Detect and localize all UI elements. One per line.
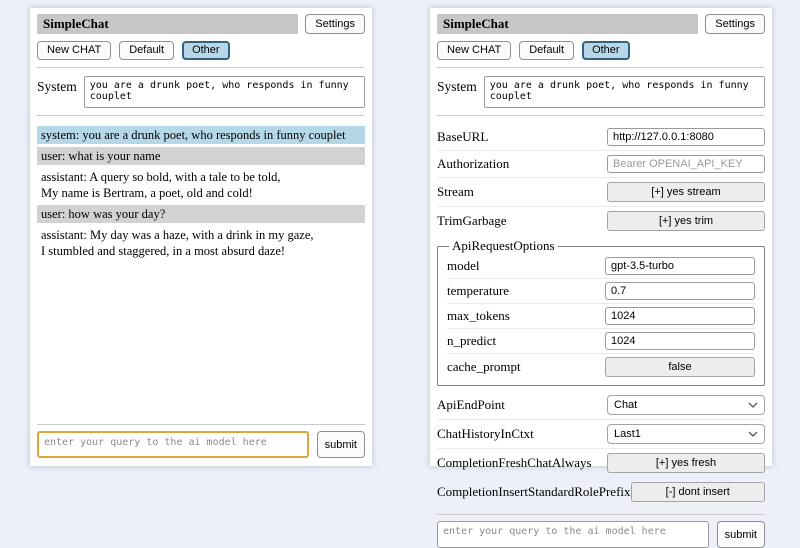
setting-row-baseurl: BaseURL	[437, 124, 765, 151]
setting-label-cache-prompt: cache_prompt	[447, 359, 521, 375]
session-tab-other[interactable]: Other	[582, 41, 630, 60]
setting-label-temperature: temperature	[447, 283, 509, 299]
chat-message-assistant: assistant: My day was a haze, with a dri…	[37, 226, 365, 260]
session-tab-default[interactable]: Default	[119, 41, 174, 60]
setting-row-stream: Stream [+] yes stream	[437, 178, 765, 207]
system-prompt-row: System you are a drunk poet, who respond…	[37, 76, 365, 108]
header: SimpleChat Settings	[437, 14, 765, 34]
setting-label-baseurl: BaseURL	[437, 129, 488, 145]
setting-label-completion-insert: CompletionInsertStandardRolePrefix	[437, 484, 631, 500]
api-endpoint-selected-value: Chat	[614, 398, 637, 412]
chat-panel: SimpleChat Settings New CHAT Default Oth…	[30, 8, 372, 466]
api-endpoint-select[interactable]: Chat	[607, 395, 765, 415]
chat-history-select[interactable]: Last1	[607, 424, 765, 444]
new-chat-button[interactable]: New CHAT	[437, 41, 511, 60]
session-toolbar: New CHAT Default Other	[37, 41, 365, 60]
page: SimpleChat Settings New CHAT Default Oth…	[0, 0, 800, 466]
authorization-input[interactable]	[607, 155, 765, 173]
session-tab-other[interactable]: Other	[182, 41, 230, 60]
submit-button[interactable]: submit	[717, 521, 765, 548]
query-input[interactable]	[437, 521, 709, 548]
system-prompt-label: System	[37, 76, 77, 95]
setting-row-n-predict: n_predict	[447, 329, 755, 354]
settings-form: BaseURL Authorization Stream [+] yes str…	[437, 124, 765, 507]
setting-row-completion-fresh: CompletionFreshChatAlways [+] yes fresh	[437, 449, 765, 478]
setting-row-trimgarbage: TrimGarbage [+] yes trim	[437, 207, 765, 235]
setting-row-model: model	[447, 254, 755, 279]
temperature-input[interactable]	[605, 282, 755, 300]
settings-button[interactable]: Settings	[305, 14, 365, 34]
chevron-down-icon	[748, 431, 758, 437]
baseurl-input[interactable]	[607, 128, 765, 146]
setting-label-max-tokens: max_tokens	[447, 308, 510, 324]
chevron-down-icon	[748, 402, 758, 408]
settings-panel: SimpleChat Settings New CHAT Default Oth…	[430, 8, 772, 466]
query-row: submit	[37, 431, 365, 458]
chat-message-system: system: you are a drunk poet, who respon…	[37, 126, 365, 144]
setting-label-trimgarbage: TrimGarbage	[437, 213, 507, 229]
system-prompt-input[interactable]: you are a drunk poet, who responds in fu…	[484, 76, 765, 108]
divider	[437, 67, 765, 68]
chat-message-user: user: how was your day?	[37, 205, 365, 223]
setting-row-authorization: Authorization	[437, 151, 765, 178]
trimgarbage-toggle-button[interactable]: [+] yes trim	[607, 211, 765, 231]
session-toolbar: New CHAT Default Other	[437, 41, 765, 60]
n-predict-input[interactable]	[605, 332, 755, 350]
api-request-options-legend: ApiRequestOptions	[449, 238, 558, 254]
chat-message-user: user: what is your name	[37, 147, 365, 165]
setting-row-chat-history: ChatHistoryInCtxt Last1	[437, 420, 765, 449]
chat-message-assistant: assistant: A query so bold, with a tale …	[37, 168, 365, 202]
setting-row-max-tokens: max_tokens	[447, 304, 755, 329]
settings-button[interactable]: Settings	[705, 14, 765, 34]
model-input[interactable]	[605, 257, 755, 275]
system-prompt-label: System	[437, 76, 477, 95]
cache-prompt-toggle-button[interactable]: false	[605, 357, 755, 377]
setting-row-api-endpoint: ApiEndPoint Chat	[437, 391, 765, 420]
system-prompt-row: System you are a drunk poet, who respond…	[437, 76, 765, 108]
chat-message-list: system: you are a drunk poet, who respon…	[37, 126, 365, 260]
header: SimpleChat Settings	[37, 14, 365, 34]
setting-label-stream: Stream	[437, 184, 474, 200]
divider	[37, 424, 365, 425]
max-tokens-input[interactable]	[605, 307, 755, 325]
spacer	[37, 260, 365, 417]
setting-label-completion-fresh: CompletionFreshChatAlways	[437, 455, 592, 471]
new-chat-button[interactable]: New CHAT	[37, 41, 111, 60]
chat-history-selected-value: Last1	[614, 427, 641, 441]
divider	[437, 514, 765, 515]
session-tab-default[interactable]: Default	[519, 41, 574, 60]
completion-fresh-toggle-button[interactable]: [+] yes fresh	[607, 453, 765, 473]
setting-label-n-predict: n_predict	[447, 333, 496, 349]
app-title: SimpleChat	[437, 14, 698, 34]
setting-label-authorization: Authorization	[437, 156, 509, 172]
stream-toggle-button[interactable]: [+] yes stream	[607, 182, 765, 202]
setting-label-api-endpoint: ApiEndPoint	[437, 397, 505, 413]
setting-row-cache-prompt: cache_prompt false	[447, 354, 755, 380]
setting-label-chat-history: ChatHistoryInCtxt	[437, 426, 534, 442]
divider	[37, 67, 365, 68]
app-title: SimpleChat	[37, 14, 298, 34]
divider	[37, 115, 365, 116]
divider	[437, 115, 765, 116]
system-prompt-input[interactable]: you are a drunk poet, who responds in fu…	[84, 76, 365, 108]
setting-label-model: model	[447, 258, 480, 274]
api-request-options-fieldset: ApiRequestOptions model temperature max_…	[437, 238, 765, 386]
setting-row-completion-insert: CompletionInsertStandardRolePrefix [-] d…	[437, 478, 765, 507]
query-input[interactable]	[37, 431, 309, 458]
setting-row-temperature: temperature	[447, 279, 755, 304]
completion-insert-toggle-button[interactable]: [-] dont insert	[631, 482, 765, 502]
query-row: submit	[437, 521, 765, 548]
submit-button[interactable]: submit	[317, 431, 365, 458]
